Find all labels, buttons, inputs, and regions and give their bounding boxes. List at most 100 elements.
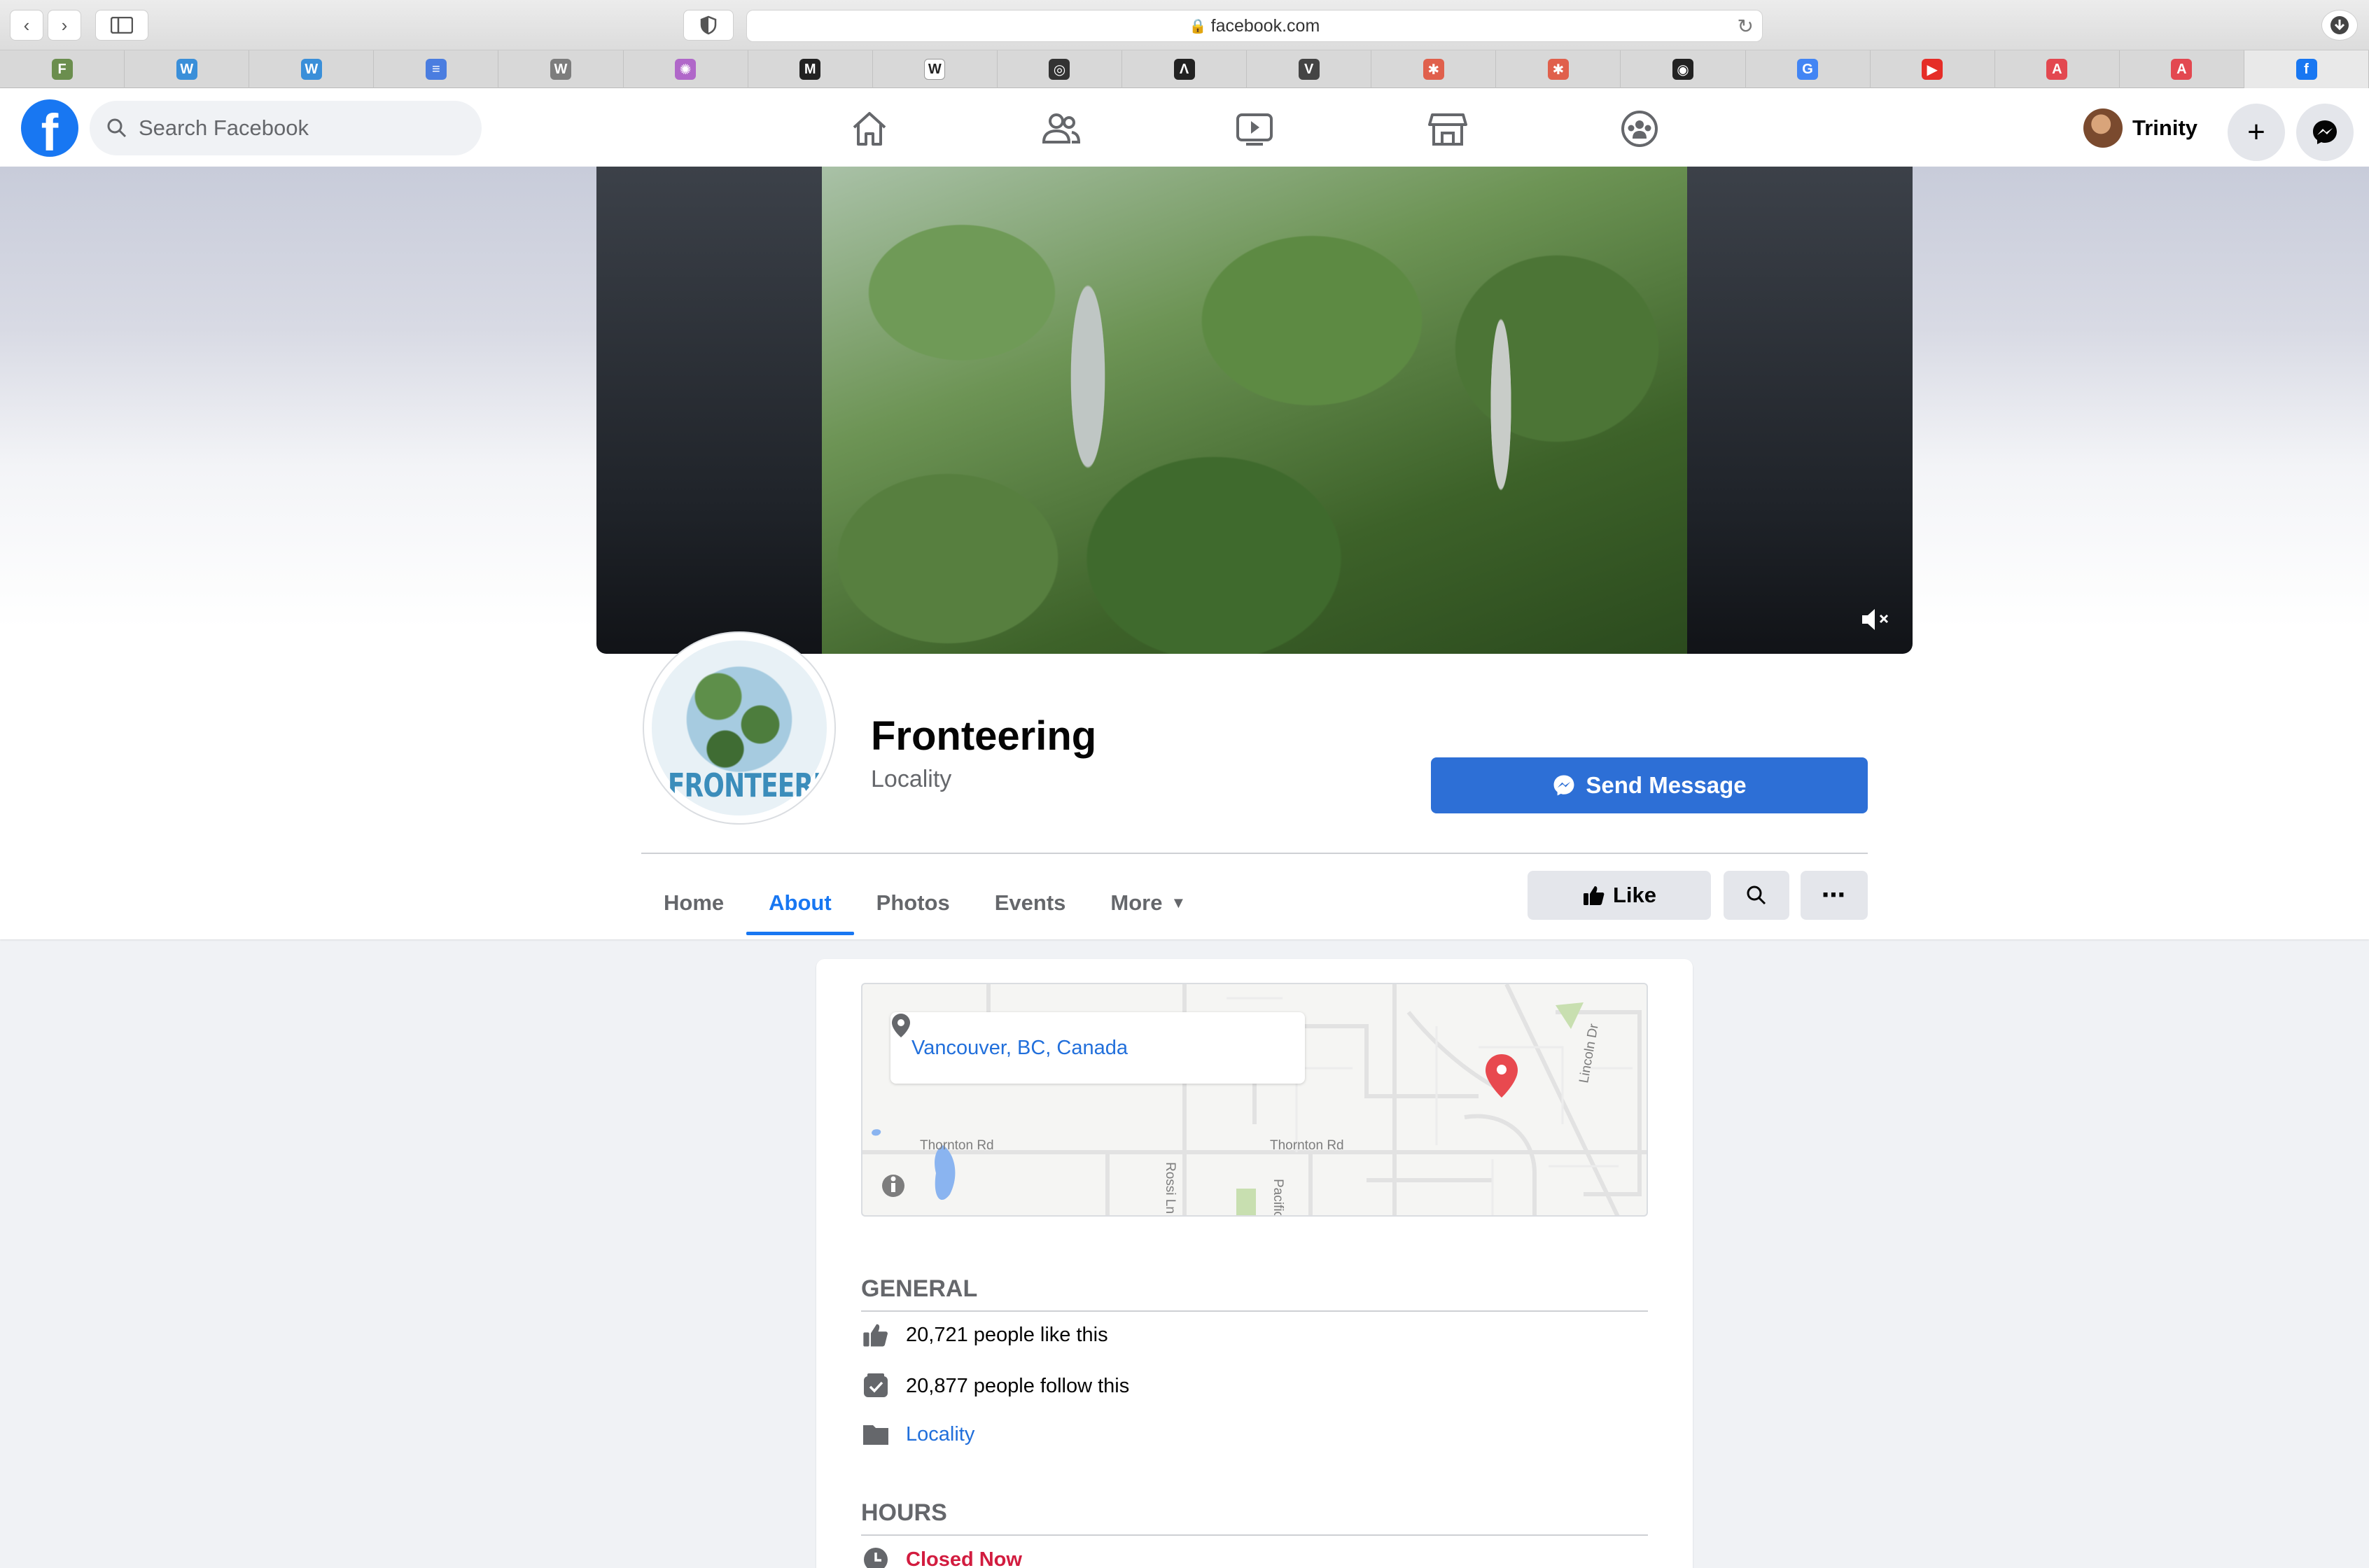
tab-about[interactable]: About [746, 871, 854, 935]
privacy-report-button[interactable] [683, 10, 734, 41]
home-icon [853, 112, 886, 146]
favorite-item[interactable]: V [1247, 50, 1372, 88]
facebook-header: f Search Facebook Trinity + [0, 88, 2369, 167]
tab-more[interactable]: More ▼ [1088, 871, 1208, 935]
google-docs-icon: ≡ [425, 59, 447, 80]
tab-photos[interactable]: Photos [854, 871, 972, 935]
messenger-icon [2313, 120, 2337, 144]
medium-icon: M [799, 59, 821, 80]
favorite-item[interactable]: W [125, 50, 250, 88]
favorite-item[interactable]: ✱ [1496, 50, 1621, 88]
back-button[interactable]: ‹ [10, 10, 43, 41]
tab-more-label: More [1110, 890, 1163, 915]
page-profile-picture[interactable]: FRONTEERING [644, 633, 834, 823]
map-pin-icon [1486, 1054, 1518, 1098]
map-road-label: Lincoln Dr [1577, 1022, 1602, 1084]
sidebar-icon [111, 17, 133, 34]
location-card[interactable]: Vancouver, BC, Canada [890, 1012, 1305, 1084]
category-link[interactable]: Locality [906, 1423, 974, 1446]
sidebar-toggle-button[interactable] [95, 10, 148, 41]
like-label: Like [1612, 883, 1657, 907]
like-button[interactable]: Like [1528, 871, 1711, 920]
category-row[interactable]: Locality [861, 1422, 974, 1446]
tab-events-label: Events [994, 890, 1066, 915]
create-button[interactable]: + [2228, 104, 2285, 161]
favorite-item[interactable]: f [2244, 50, 2369, 88]
favorite-item[interactable]: ◎ [998, 50, 1122, 88]
favorite-item[interactable]: ▶ [1871, 50, 1995, 88]
hours-heading: HOURS [861, 1499, 947, 1526]
friends-icon [1042, 113, 1081, 144]
download-icon [2330, 16, 2349, 34]
general-divider [861, 1310, 1648, 1312]
page-header: FRONTEERING Fronteering Locality Send Me… [0, 167, 2369, 939]
chevron-left-icon: ‹ [23, 14, 30, 36]
favorites-bar: F W W ≡ W ✺ M W ◎ Λ V ✱ ✱ ◉ G ▶ A Af [0, 50, 2369, 88]
asana-icon: ✱ [1547, 59, 1569, 80]
mute-icon[interactable] [1861, 607, 1892, 638]
tab-about-label: About [769, 890, 832, 915]
favorite-item[interactable]: W [873, 50, 998, 88]
url-text: facebook.com [1210, 15, 1320, 36]
nav-home-button[interactable] [844, 104, 895, 154]
favorite-item[interactable]: A [1995, 50, 2120, 88]
favorite-item[interactable]: W [249, 50, 375, 88]
video-icon [1236, 113, 1273, 146]
tab-home[interactable]: Home [641, 871, 746, 935]
profile-link[interactable]: Trinity [2083, 108, 2197, 148]
page-category[interactable]: Locality [871, 766, 951, 793]
favorite-item[interactable]: A [2120, 50, 2244, 88]
nav-groups-button[interactable] [1614, 104, 1665, 154]
cover-video[interactable] [596, 167, 1913, 654]
header-divider [641, 853, 1868, 854]
more-options-button[interactable]: ⋯ [1801, 871, 1868, 920]
favorite-item[interactable]: F [0, 50, 125, 88]
reload-icon[interactable]: ↻ [1738, 15, 1754, 38]
clock-icon [864, 1548, 888, 1568]
favorite-item[interactable]: G [1746, 50, 1871, 88]
github-icon: ◉ [1672, 59, 1693, 80]
favorite-item[interactable]: ✺ [624, 50, 748, 88]
caret-down-icon: ▼ [1170, 894, 1187, 911]
info-icon[interactable] [882, 1175, 904, 1197]
marketplace-icon [1428, 113, 1467, 146]
likes-count: 20,721 people like this [906, 1323, 1108, 1346]
location-map[interactable]: Thornton Rd Thornton Rd Rossi Ln Pacific… [861, 983, 1648, 1217]
downloads-button[interactable] [2321, 10, 2358, 41]
likes-row: 20,721 people like this [861, 1322, 1108, 1348]
messenger-button[interactable] [2296, 104, 2354, 161]
nav-watch-button[interactable] [1229, 104, 1280, 154]
send-message-button[interactable]: Send Message [1431, 757, 1868, 813]
instagram-icon: ◎ [1049, 59, 1070, 80]
chevron-right-icon: › [61, 14, 68, 36]
hours-status: Closed Now [906, 1548, 1022, 1568]
browser-toolbar: ‹ › 🔒 facebook.com ↻ [0, 0, 2369, 50]
favorite-item[interactable]: ◉ [1621, 50, 1746, 88]
google-icon: G [1797, 59, 1819, 80]
nav-marketplace-button[interactable] [1423, 104, 1473, 154]
map-road-label: Thornton Rd [1270, 1138, 1344, 1153]
v-app-icon: V [1298, 59, 1320, 80]
favorite-item[interactable]: W [498, 50, 624, 88]
address-bar[interactable]: 🔒 facebook.com ↻ [746, 10, 1763, 42]
tab-events[interactable]: Events [972, 871, 1089, 935]
stock-icon: F [51, 59, 73, 80]
search-input[interactable]: Search Facebook [90, 101, 482, 155]
page-search-button[interactable] [1724, 871, 1789, 920]
follows-row: 20,877 people follow this [861, 1372, 1129, 1400]
hours-row: Closed Now [861, 1546, 1022, 1568]
follow-check-icon [864, 1373, 888, 1397]
nav-friends-button[interactable] [1036, 104, 1086, 154]
send-message-label: Send Message [1586, 772, 1747, 798]
forward-button[interactable]: › [48, 10, 81, 41]
page-tabs: Home About Photos Events More ▼ [641, 871, 1208, 935]
follows-count: 20,877 people follow this [906, 1374, 1130, 1397]
favorite-item[interactable]: M [748, 50, 873, 88]
favorite-item[interactable]: ✱ [1371, 50, 1497, 88]
favorite-item[interactable]: ≡ [374, 50, 499, 88]
map-road-label: Rossi Ln [1163, 1162, 1177, 1214]
map-road-label: Thornton Rd [920, 1138, 994, 1153]
favorite-item[interactable]: Λ [1122, 50, 1248, 88]
page-title: Fronteering [871, 713, 1097, 759]
facebook-logo-icon[interactable]: f [21, 99, 78, 157]
